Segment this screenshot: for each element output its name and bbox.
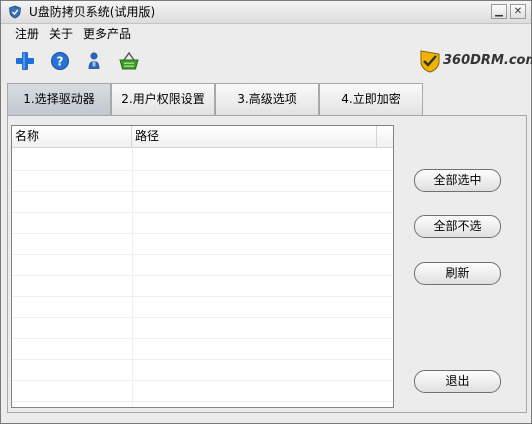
svg-text:?: ? — [57, 55, 64, 69]
column-divider — [132, 148, 133, 407]
menu-bar: 注册 关于 更多产品 — [1, 24, 531, 44]
tab-panel: 名称 路径 全部选中 全部不选 刷新 退出 — [7, 115, 527, 413]
user-icon[interactable] — [83, 50, 105, 72]
row-divider — [12, 296, 393, 297]
menu-register[interactable]: 注册 — [15, 26, 39, 42]
row-divider — [12, 359, 393, 360]
brand-logo-icon — [420, 50, 440, 73]
row-divider — [12, 401, 393, 402]
select-all-button[interactable]: 全部选中 — [414, 169, 501, 192]
brand-name: 360DRM.com — [443, 53, 532, 68]
column-header-path[interactable]: 路径 — [132, 126, 377, 147]
row-divider — [12, 254, 393, 255]
exit-button[interactable]: 退出 — [414, 370, 501, 393]
tab-select-drive[interactable]: 1.选择驱动器 — [7, 83, 111, 115]
app-window: U盘防拷贝系统(试用版) ▁ ✕ 注册 关于 更多产品 ? 360DRM.com — [0, 0, 532, 424]
row-divider — [12, 380, 393, 381]
column-header-name[interactable]: 名称 — [12, 126, 132, 147]
row-divider — [12, 170, 393, 171]
list-header: 名称 路径 — [12, 126, 393, 148]
brand: 360DRM.com — [419, 48, 532, 74]
help-icon[interactable]: ? — [49, 50, 71, 72]
tab-strip: 1.选择驱动器 2.用户权限设置 3.高级选项 4.立即加密 — [7, 83, 527, 115]
row-divider — [12, 338, 393, 339]
add-icon[interactable] — [14, 50, 36, 72]
drive-list[interactable]: 名称 路径 — [11, 125, 394, 408]
row-divider — [12, 212, 393, 213]
row-divider — [12, 233, 393, 234]
basket-icon[interactable] — [118, 50, 140, 72]
tab-advanced-options[interactable]: 3.高级选项 — [215, 83, 319, 115]
close-button[interactable]: ✕ — [510, 4, 526, 19]
title-bar[interactable]: U盘防拷贝系统(试用版) ▁ ✕ — [1, 1, 531, 24]
tab-user-permissions[interactable]: 2.用户权限设置 — [111, 83, 215, 115]
row-divider — [12, 317, 393, 318]
minimize-button[interactable]: ▁ — [491, 4, 507, 19]
window-title: U盘防拷贝系统(试用版) — [29, 5, 156, 19]
row-divider — [12, 191, 393, 192]
menu-about[interactable]: 关于 — [49, 26, 73, 42]
shield-app-icon — [9, 5, 21, 19]
select-none-button[interactable]: 全部不选 — [414, 215, 501, 238]
row-divider — [12, 275, 393, 276]
menu-more-products[interactable]: 更多产品 — [83, 26, 131, 42]
column-header-filler — [377, 126, 393, 147]
tab-encrypt-now[interactable]: 4.立即加密 — [319, 83, 423, 115]
refresh-button[interactable]: 刷新 — [414, 262, 501, 285]
